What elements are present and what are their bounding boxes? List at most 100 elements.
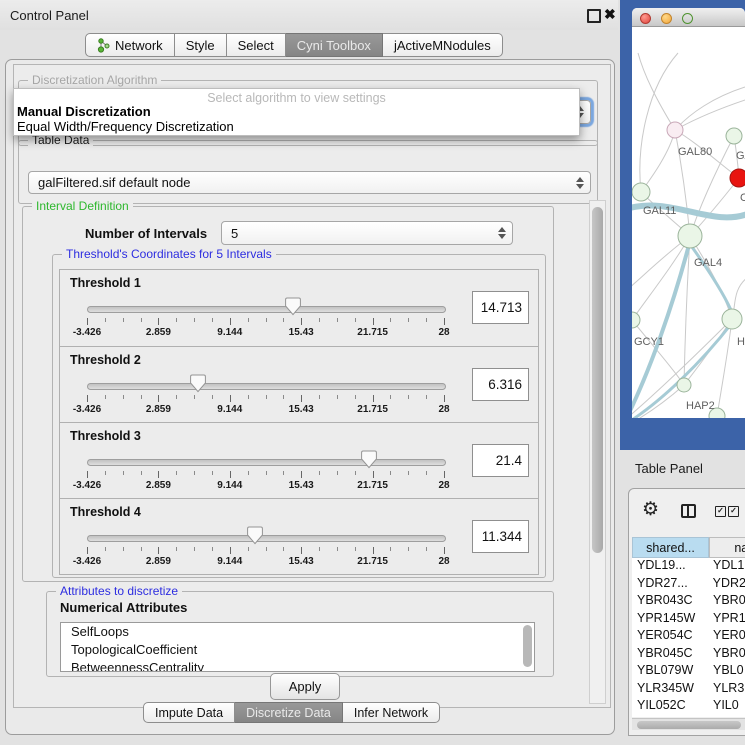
network-edge [632, 320, 684, 385]
close-icon[interactable]: ✖ [604, 6, 616, 23]
slider-track[interactable] [87, 306, 446, 313]
zoom-traffic-light-icon[interactable] [682, 13, 693, 24]
network-node-pink[interactable] [667, 122, 683, 138]
slider-track[interactable] [87, 383, 446, 390]
slider-thumb[interactable] [284, 297, 302, 316]
table-hscrollbar-thumb[interactable] [637, 721, 741, 729]
slider-thumb[interactable] [189, 374, 207, 393]
slider-track[interactable] [87, 535, 446, 542]
slider-tick [230, 318, 231, 325]
table-row[interactable]: YIL052CYIL0 [632, 698, 745, 716]
slider-tick [319, 547, 320, 551]
slider-thumb[interactable] [246, 526, 264, 545]
table-header: shared... name [632, 537, 745, 558]
settings-scrollbar[interactable] [589, 200, 606, 704]
slider-tick [283, 547, 284, 551]
cell-name: YBL0 [709, 663, 744, 681]
tab-network[interactable]: Network [85, 33, 175, 57]
network-node-green[interactable] [632, 312, 640, 328]
slider-tick [158, 547, 159, 554]
tab-impute-data[interactable]: Impute Data [143, 702, 235, 723]
threshold-value-field[interactable]: 21.4 [472, 444, 529, 477]
column-header-name[interactable]: name [709, 537, 745, 558]
tab-discretize-data[interactable]: Discretize Data [235, 702, 343, 723]
column-header-shared-name[interactable]: shared... [632, 537, 709, 558]
table-row[interactable]: YER054CYER0 [632, 628, 745, 646]
table-row[interactable]: YPR145WYPR1 [632, 611, 745, 629]
slider-track[interactable] [87, 459, 446, 466]
network-node-green[interactable] [677, 378, 691, 392]
tab-select[interactable]: Select [227, 33, 286, 57]
table-row[interactable]: YBR043CYBR0 [632, 593, 745, 611]
numerical-attributes-label: Numerical Attributes [60, 600, 187, 615]
network-node-red[interactable] [730, 169, 745, 187]
tab-infer-network[interactable]: Infer Network [343, 702, 440, 723]
slider-tick [444, 395, 445, 402]
slider-tick [319, 318, 320, 322]
slider-tick-label: 21.715 [357, 480, 388, 491]
network-edge [675, 99, 745, 130]
slider-tick-label: 9.144 [217, 327, 242, 338]
slider-tick [158, 395, 159, 402]
slider-tick [212, 395, 213, 399]
close-traffic-light-icon[interactable] [640, 13, 651, 24]
slider-tick [87, 547, 88, 554]
threshold-row: Threshold 4-3.4262.8599.14415.4321.71528… [60, 498, 538, 575]
minimize-traffic-light-icon[interactable] [661, 13, 672, 24]
tab-cyni-toolbox[interactable]: Cyni Toolbox [286, 33, 383, 57]
slider-tick [355, 395, 356, 399]
checkbox-icon[interactable]: ✓ [728, 506, 739, 517]
table-row[interactable]: YDR27...YDR2 [632, 576, 745, 594]
apply-button[interactable]: Apply [270, 673, 340, 700]
cell-shared-name: YPR145W [632, 611, 709, 629]
slider-tick [123, 547, 124, 551]
threshold-value-field[interactable]: 6.316 [472, 368, 529, 401]
table-row[interactable]: YLR345WYLR3 [632, 681, 745, 699]
slider-tick [283, 395, 284, 399]
network-window-titlebar [632, 8, 745, 27]
float-window-icon[interactable] [587, 9, 601, 23]
network-node-green[interactable] [726, 128, 742, 144]
columns-icon[interactable] [681, 504, 696, 518]
slider-tick [373, 547, 374, 554]
attribute-item[interactable]: TopologicalCoefficient [61, 641, 534, 659]
tab-style[interactable]: Style [175, 33, 227, 57]
table-hscrollbar[interactable] [632, 718, 745, 730]
tab-jactivemnodules[interactable]: jActiveMNodules [383, 33, 503, 57]
slider-tick [230, 547, 231, 554]
table-row[interactable]: YDL19...YDL1 [632, 558, 745, 576]
slider-thumb[interactable] [360, 450, 378, 469]
number-of-intervals-value: 5 [231, 226, 238, 241]
table-row[interactable]: YBR045CYBR0 [632, 646, 745, 664]
dropdown-option-manual[interactable]: Manual Discretization [17, 104, 151, 119]
cell-name: YDL1 [709, 558, 744, 576]
attributes-scrollbar[interactable] [523, 625, 532, 667]
dropdown-option-equal-width[interactable]: Equal Width/Frequency Discretization [17, 119, 234, 134]
table-panel-toolbar: ⚙ ✓ ✓ [629, 489, 745, 537]
slider-tick [337, 395, 338, 399]
gear-icon[interactable]: ⚙ [642, 500, 659, 519]
table-row[interactable]: YBL079WYBL0 [632, 663, 745, 681]
slider-tick [390, 547, 391, 551]
slider-tick [266, 395, 267, 399]
slider-tick [87, 318, 88, 325]
checkbox-icon[interactable]: ✓ [715, 506, 726, 517]
network-node-green[interactable] [632, 183, 650, 201]
slider-tick [266, 471, 267, 475]
network-canvas[interactable]: GAL80GACGAL11GAL4GCY1HHAP2 [632, 27, 745, 418]
attribute-item[interactable]: SelfLoops [61, 623, 534, 641]
network-node-green[interactable] [678, 224, 702, 248]
slider-tick [248, 471, 249, 475]
attribute-item[interactable]: BetweennessCentrality [61, 659, 534, 672]
slider-tick [176, 547, 177, 551]
threshold-value-field[interactable]: 14.713 [472, 291, 529, 324]
network-node-green[interactable] [722, 309, 742, 329]
slider-tick [373, 318, 374, 325]
settings-scrollbar-thumb[interactable] [592, 207, 603, 553]
algorithm-dropdown-popup: Select algorithm to view settings Manual… [13, 88, 580, 136]
table-data-combobox[interactable]: galFiltered.sif default node [28, 171, 591, 194]
threshold-value-field[interactable]: 11.344 [472, 520, 529, 553]
number-of-intervals-combobox[interactable]: 5 [221, 221, 513, 245]
network-node-label: GAL11 [643, 205, 676, 217]
numerical-attributes-list[interactable]: SelfLoopsTopologicalCoefficientBetweenne… [60, 622, 535, 672]
